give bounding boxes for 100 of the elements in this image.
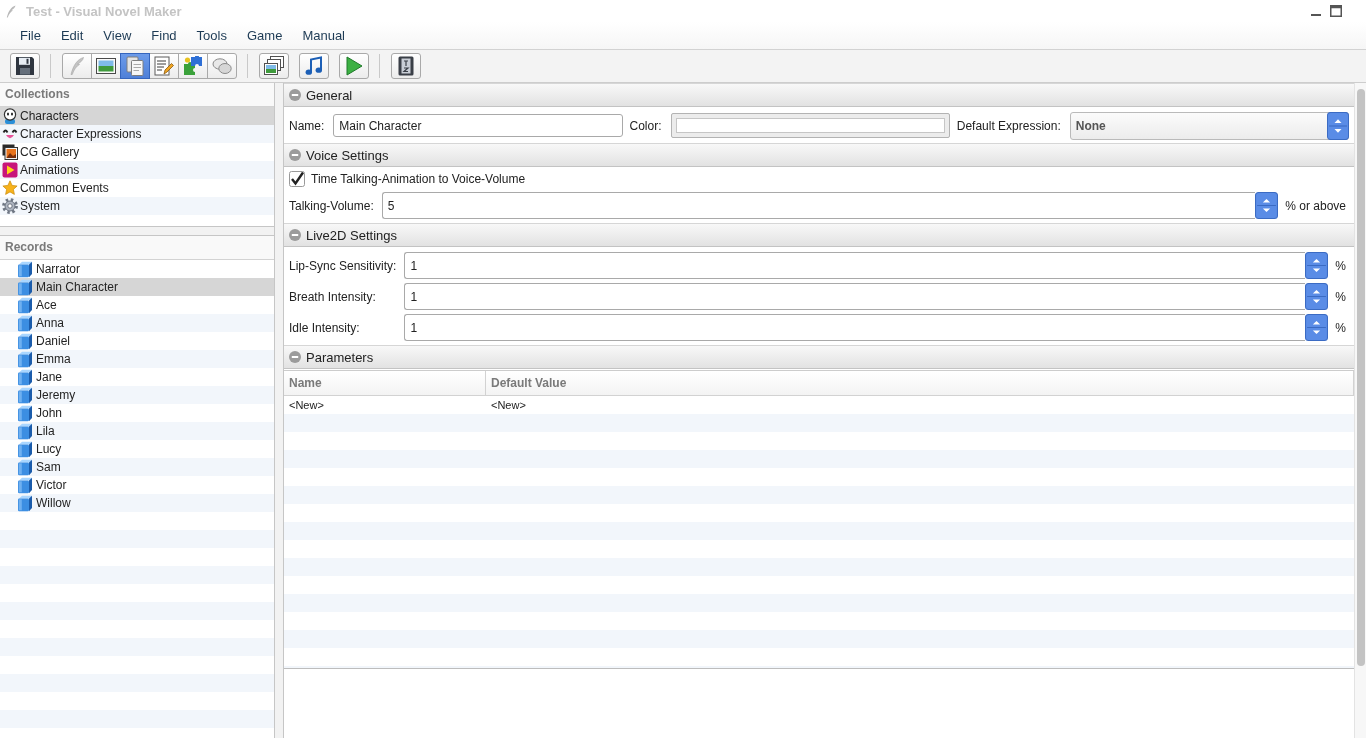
collection-item[interactable]: Animations: [0, 161, 274, 179]
puzzle-pieces-icon: [183, 56, 203, 76]
number-field[interactable]: 5: [381, 192, 1256, 219]
notepad-pencil-icon: [154, 56, 174, 76]
checkbox[interactable]: [289, 171, 305, 187]
cube-icon: [17, 494, 33, 512]
menu-item[interactable]: View: [93, 28, 142, 43]
menu-item[interactable]: Find: [141, 28, 187, 43]
collapse-icon[interactable]: [289, 89, 301, 101]
cube-icon: [17, 296, 33, 314]
record-item[interactable]: Daniel: [0, 332, 274, 350]
collection-item[interactable]: Characters: [0, 107, 274, 125]
record-item[interactable]: Lila: [0, 422, 274, 440]
documents-icon: [126, 56, 144, 76]
record-item[interactable]: Ace: [0, 296, 274, 314]
feather-icon: [70, 57, 84, 75]
scrollbar-thumb[interactable]: [1357, 89, 1365, 666]
section-header[interactable]: Parameters: [284, 345, 1354, 369]
collection-item[interactable]: System: [0, 197, 274, 215]
unit-label: %: [1335, 320, 1346, 335]
record-item[interactable]: John: [0, 404, 274, 422]
menu-item[interactable]: Game: [236, 28, 293, 43]
speech-bubbles-icon: [212, 57, 232, 75]
record-item[interactable]: Anna: [0, 314, 274, 332]
collapse-icon[interactable]: [289, 229, 301, 241]
record-item[interactable]: Willow: [0, 494, 274, 512]
settings-icon: [2, 198, 18, 214]
panel-header: Records: [0, 236, 274, 260]
maximize-icon[interactable]: [1330, 5, 1342, 17]
up-down-arrows-icon[interactable]: [1305, 283, 1329, 310]
section-header[interactable]: Voice Settings: [284, 143, 1354, 167]
color-picker-field[interactable]: [670, 113, 950, 138]
cube-icon: [17, 404, 33, 422]
section-header[interactable]: General: [284, 83, 1354, 107]
field-label: Talking-Volume:: [289, 198, 374, 213]
toolbar-button[interactable]: [10, 53, 40, 79]
character-face-icon: [2, 108, 18, 124]
picture-frames-icon: [2, 144, 18, 160]
column-header[interactable]: Name: [284, 371, 486, 395]
cube-icon: [17, 314, 33, 332]
up-down-arrows-icon[interactable]: [1305, 252, 1329, 279]
cube-icon: [17, 440, 33, 458]
up-down-arrows-icon[interactable]: [1255, 192, 1279, 219]
record-item[interactable]: Main Character: [0, 278, 274, 296]
menu-item[interactable]: Manual: [292, 28, 355, 43]
star-icon: [2, 180, 18, 196]
menu-item[interactable]: Tools: [186, 28, 237, 43]
cube-icon: [17, 260, 33, 278]
book-icon: [398, 56, 414, 76]
panel-header: Collections: [0, 83, 274, 107]
cube-icon: [17, 476, 33, 494]
number-field[interactable]: 1: [404, 252, 1306, 279]
toolbar-button[interactable]: [91, 53, 121, 79]
feather-icon: [6, 4, 16, 18]
cube-icon: [17, 368, 33, 386]
toolbar-button[interactable]: [259, 53, 289, 79]
cube-icon: [17, 278, 33, 296]
menu-item[interactable]: File: [10, 28, 51, 43]
field-label: Color:: [629, 118, 662, 133]
field-label: Idle Intensity:: [289, 320, 361, 335]
toolbar-button[interactable]: [149, 53, 179, 79]
record-item[interactable]: Sam: [0, 458, 274, 476]
table-cell[interactable]: <New>: [284, 396, 486, 414]
record-item[interactable]: Narrator: [0, 260, 274, 278]
cube-icon: [17, 350, 33, 368]
toolbar-button[interactable]: [299, 53, 329, 79]
play-icon: [345, 56, 363, 76]
record-item[interactable]: Jeremy: [0, 386, 274, 404]
collection-item[interactable]: Character Expressions: [0, 125, 274, 143]
menu-item[interactable]: Edit: [50, 28, 94, 43]
record-item[interactable]: Jane: [0, 368, 274, 386]
field-label: Breath Intensity:: [289, 289, 377, 304]
table-cell[interactable]: <New>: [486, 396, 1354, 414]
cube-icon: [17, 332, 33, 350]
stacked-pictures-icon: [264, 56, 284, 76]
dropdown[interactable]: None: [1069, 111, 1349, 140]
collection-item[interactable]: Common Events: [0, 179, 274, 197]
up-down-arrows-icon[interactable]: [1305, 314, 1329, 341]
collapse-icon[interactable]: [289, 149, 301, 161]
record-item[interactable]: Emma: [0, 350, 274, 368]
record-item[interactable]: Victor: [0, 476, 274, 494]
landscape-picture-icon: [96, 58, 116, 74]
play-tile-icon: [2, 162, 18, 178]
record-item[interactable]: Lucy: [0, 440, 274, 458]
collapse-icon[interactable]: [289, 351, 301, 363]
toolbar-button[interactable]: [120, 53, 150, 79]
unit-label: % or above: [1285, 198, 1346, 213]
music-note-icon: [305, 56, 323, 76]
scrollbar[interactable]: [1354, 83, 1366, 738]
section-header[interactable]: Live2D Settings: [284, 223, 1354, 247]
number-field[interactable]: 1: [404, 283, 1306, 310]
number-field[interactable]: 1: [404, 314, 1306, 341]
field-label: Name:: [289, 118, 325, 133]
up-down-arrows-icon[interactable]: [1327, 111, 1349, 140]
text-field[interactable]: Main Character: [333, 114, 623, 137]
toolbar-button[interactable]: [391, 53, 421, 79]
collection-item[interactable]: CG Gallery: [0, 143, 274, 161]
cube-icon: [17, 458, 33, 476]
unit-label: %: [1335, 289, 1346, 304]
window-title: Test - Visual Novel Maker: [26, 3, 183, 19]
